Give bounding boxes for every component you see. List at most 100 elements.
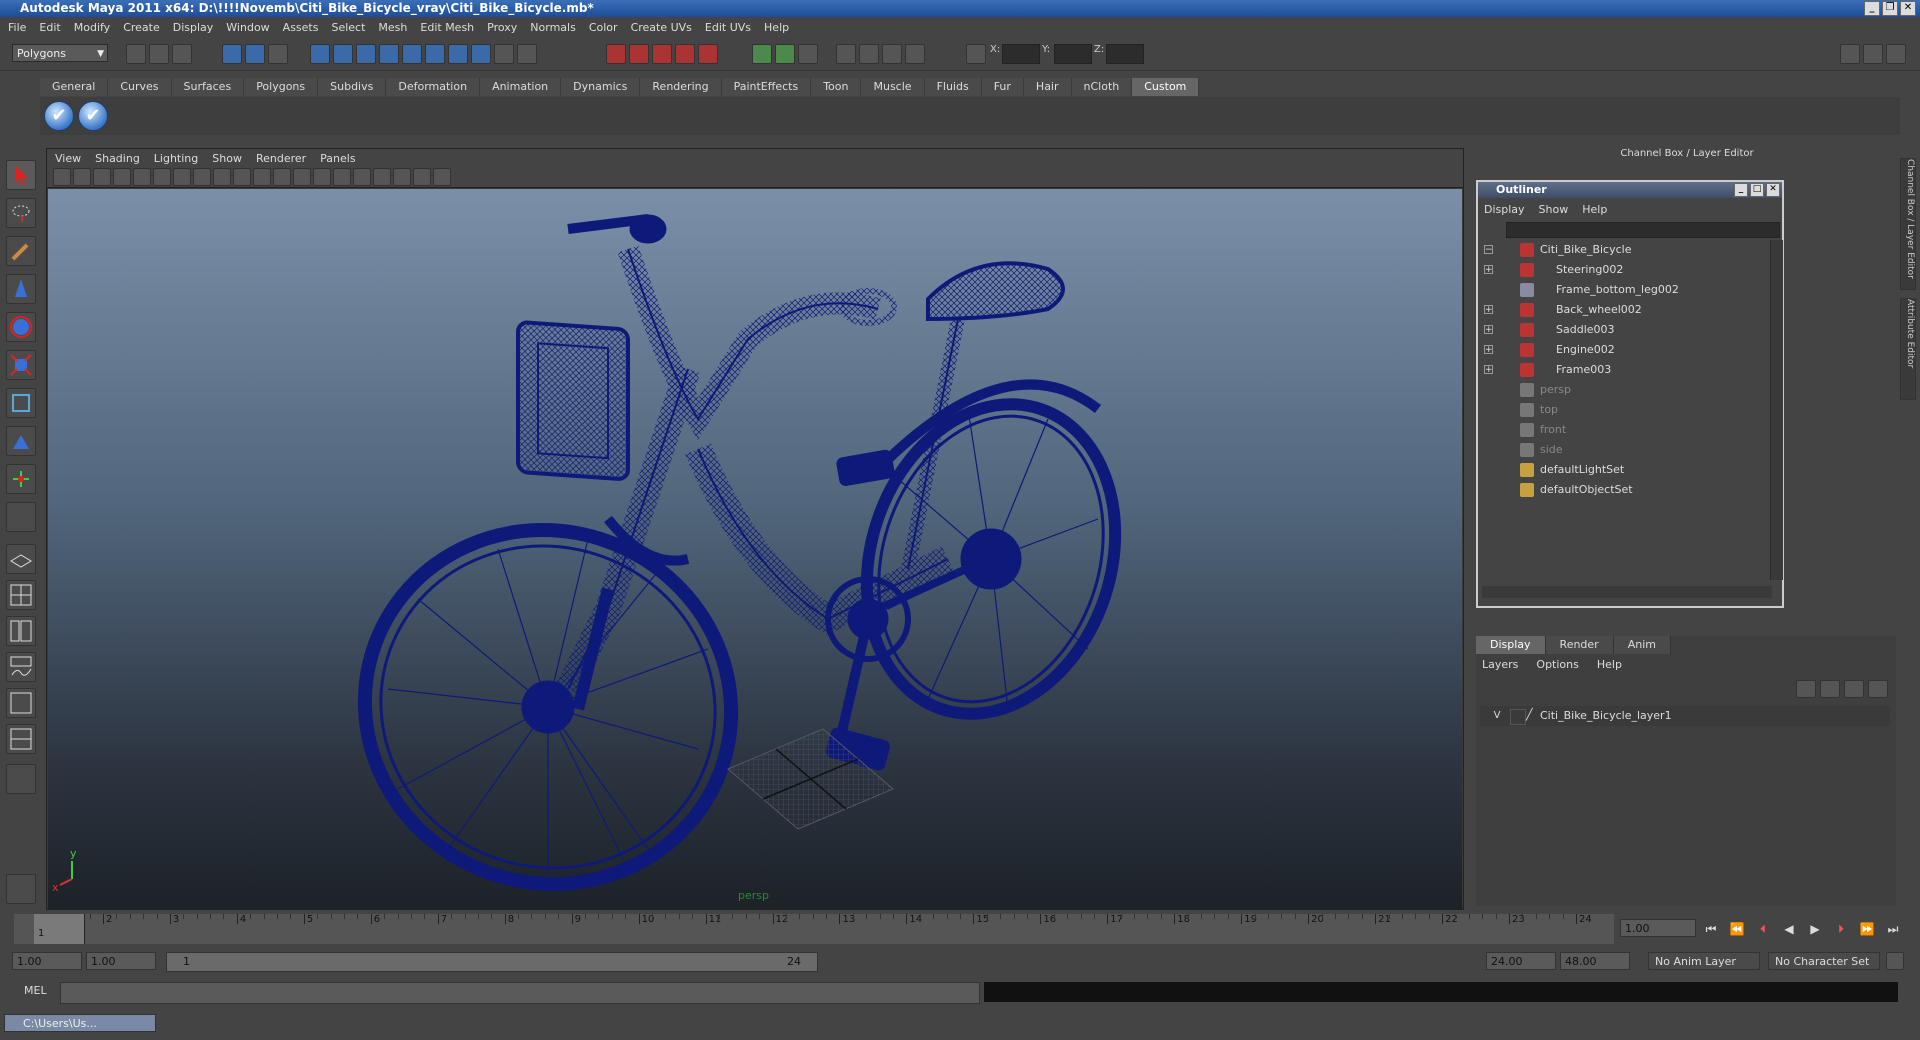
menu-help[interactable]: Help (764, 21, 789, 34)
current-time-indicator[interactable]: 1 (34, 914, 85, 944)
layer-menu-layers[interactable]: Layers (1482, 658, 1518, 671)
outliner-minimize-button[interactable]: _ (1734, 183, 1748, 197)
attribute-editor-side-tab[interactable]: Attribute Editor (1900, 298, 1916, 400)
transform-input-icon[interactable] (966, 44, 986, 64)
layout-editor-icon[interactable] (6, 874, 36, 904)
shelf-tab-subdivs[interactable]: Subdivs (318, 78, 387, 96)
range-slider[interactable]: 1 24 (166, 952, 818, 972)
use-all-lights-icon[interactable] (233, 168, 251, 186)
minimized-window-item[interactable]: C:\Users\Us... (4, 1014, 156, 1032)
shelf-tab-dynamics[interactable]: Dynamics (561, 78, 641, 96)
x-field[interactable] (1002, 44, 1040, 64)
lock-selection-icon[interactable] (494, 44, 514, 64)
select-camera-icon[interactable] (53, 168, 71, 186)
step-back-key-icon[interactable]: ⏴ (1752, 920, 1774, 938)
select-object-icon[interactable] (245, 44, 265, 64)
outliner-item[interactable]: front (1480, 420, 1770, 440)
new-layer-icon[interactable] (1844, 680, 1864, 698)
render-current-icon[interactable] (859, 44, 879, 64)
menu-normals[interactable]: Normals (530, 21, 576, 34)
mask-dynamics-icon[interactable] (425, 44, 445, 64)
make-live-icon[interactable] (698, 44, 718, 64)
shelf-tab-hair[interactable]: Hair (1023, 78, 1072, 96)
shelf-tab-muscle[interactable]: Muscle (861, 78, 925, 96)
y-field[interactable] (1054, 44, 1092, 64)
camera-attributes-icon[interactable] (73, 168, 91, 186)
playback-end-field[interactable]: 24.00 (1486, 952, 1556, 970)
output-ops-icon[interactable] (775, 44, 795, 64)
move-layer-up-icon[interactable] (1796, 680, 1816, 698)
single-pane-layout-icon[interactable] (6, 544, 36, 574)
render-settings-icon[interactable] (905, 44, 925, 64)
menu-file[interactable]: File (8, 21, 26, 34)
snap-curve-icon[interactable] (629, 44, 649, 64)
high-quality-icon[interactable] (353, 168, 371, 186)
step-forward-key-icon[interactable]: ⏵ (1830, 920, 1852, 938)
check-icon[interactable]: ✔ (78, 101, 108, 131)
restore-button[interactable]: ❐ (1882, 1, 1898, 16)
current-frame-field[interactable]: 1.00 (1620, 919, 1696, 937)
mask-misc-icon[interactable] (471, 44, 491, 64)
bookmarks-icon[interactable] (93, 168, 111, 186)
toggle-tool-settings-icon[interactable] (1886, 44, 1906, 64)
expand-toggle-icon[interactable]: + (1484, 265, 1493, 275)
minimize-button[interactable]: _ (1864, 1, 1880, 16)
expand-toggle-icon[interactable]: + (1484, 325, 1493, 335)
menu-assets[interactable]: Assets (283, 21, 319, 34)
mask-rendering-icon[interactable] (448, 44, 468, 64)
outliner-item[interactable]: − Citi_Bike_Bicycle (1480, 240, 1770, 260)
highlight-selection-icon[interactable] (517, 44, 537, 64)
outliner-item[interactable]: persp (1480, 380, 1770, 400)
outliner-layout-icon[interactable] (6, 616, 36, 646)
mask-joints-icon[interactable] (333, 44, 353, 64)
image-plane-icon[interactable] (113, 168, 131, 186)
menu-create[interactable]: Create (123, 21, 160, 34)
universal-manipulator-icon[interactable] (6, 388, 36, 418)
layer-visibility-toggle[interactable]: V (1490, 709, 1504, 723)
outliner-item[interactable]: + Engine002 (1480, 340, 1770, 360)
toggle-channel-box-icon[interactable] (1863, 44, 1883, 64)
outliner-item[interactable]: + Back_wheel002 (1480, 300, 1770, 320)
expand-toggle-icon[interactable]: + (1484, 345, 1493, 355)
move-tool-icon[interactable] (6, 274, 36, 304)
camera-gate-icon[interactable] (393, 168, 411, 186)
viewport-menu-renderer[interactable]: Renderer (256, 152, 306, 165)
soft-modification-icon[interactable] (6, 426, 36, 456)
shelf-tab-fur[interactable]: Fur (981, 78, 1024, 96)
input-ops-icon[interactable] (752, 44, 772, 64)
menu-edit-uvs[interactable]: Edit UVs (705, 21, 751, 34)
show-manipulator-icon[interactable] (6, 464, 36, 494)
playback-start-field[interactable]: 1.00 (86, 952, 156, 970)
select-hierarchy-icon[interactable] (222, 44, 242, 64)
menu-mesh[interactable]: Mesh (378, 21, 407, 34)
wireframe-icon[interactable] (173, 168, 191, 186)
menu-modify[interactable]: Modify (74, 21, 110, 34)
layer-tab-render[interactable]: Render (1545, 636, 1614, 654)
menu-color[interactable]: Color (589, 21, 618, 34)
outliner-horizontal-scrollbar[interactable] (1482, 586, 1772, 598)
anim-layer-dropdown[interactable]: No Anim Layer (1648, 952, 1760, 970)
viewport-3d-scene[interactable]: x y persp (48, 189, 1462, 909)
outliner-menu-show[interactable]: Show (1539, 203, 1569, 216)
four-pane-layout-icon[interactable] (6, 580, 36, 610)
mel-label[interactable]: MEL (24, 984, 47, 997)
shelf-tab-surfaces[interactable]: Surfaces (171, 78, 245, 96)
last-tool-icon[interactable] (6, 502, 36, 532)
layer-menu-help[interactable]: Help (1597, 658, 1622, 671)
expand-toggle-icon[interactable]: + (1484, 365, 1493, 375)
shelf-tab-rendering[interactable]: Rendering (640, 78, 722, 96)
channel-box-side-tab[interactable]: Channel Box / Layer Editor (1900, 158, 1916, 290)
viewport-menu-shading[interactable]: Shading (95, 152, 140, 165)
texture-filter-icon[interactable] (373, 168, 391, 186)
safe-action-icon[interactable] (433, 168, 451, 186)
layer-type-toggle[interactable] (1510, 709, 1526, 725)
step-back-frame-icon[interactable]: ⏪ (1726, 920, 1748, 938)
animation-start-field[interactable]: 1.00 (12, 952, 82, 970)
shelf-tab-polygons[interactable]: Polygons (244, 78, 319, 96)
check-icon[interactable]: ✔ (44, 101, 74, 131)
select-component-icon[interactable] (268, 44, 288, 64)
outliner-maximize-button[interactable]: □ (1750, 183, 1764, 197)
outliner-item[interactable]: defaultLightSet (1480, 460, 1770, 480)
mel-input[interactable] (60, 982, 980, 1004)
shelf-tab-fluids[interactable]: Fluids (924, 78, 982, 96)
